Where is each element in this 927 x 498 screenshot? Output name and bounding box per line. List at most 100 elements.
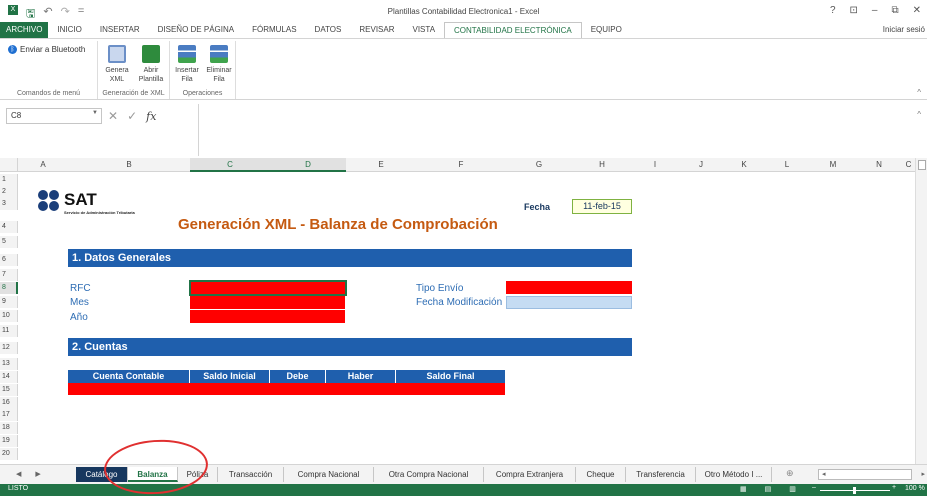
row-header[interactable]: 5 bbox=[0, 236, 18, 248]
insertar-fila-button[interactable]: Insertar Fila bbox=[174, 45, 200, 84]
anio-input-cell[interactable] bbox=[190, 310, 345, 323]
bluetooth-button[interactable]: ᛒ Enviar a Bluetooth bbox=[8, 45, 85, 54]
scroll-thumb[interactable] bbox=[918, 160, 926, 170]
row-header[interactable]: 1 bbox=[0, 174, 18, 186]
mes-input-cell[interactable] bbox=[190, 296, 345, 309]
row-header[interactable]: 15 bbox=[0, 384, 18, 396]
zoom-out-button[interactable]: – bbox=[812, 484, 816, 491]
tab-formulas[interactable]: FÓRMULAS bbox=[243, 22, 305, 38]
row-header[interactable]: 17 bbox=[0, 409, 18, 421]
sheet-tab-transferencia[interactable]: Transferencia bbox=[626, 467, 696, 482]
row-header[interactable]: 10 bbox=[0, 310, 18, 322]
tipo-envio-input-cell[interactable] bbox=[506, 281, 632, 294]
column-header[interactable]: M bbox=[810, 158, 856, 172]
tab-datos[interactable]: DATOS bbox=[306, 22, 351, 38]
column-header[interactable]: C bbox=[902, 158, 915, 172]
tab-insertar[interactable]: INSERTAR bbox=[91, 22, 149, 38]
row-header[interactable]: 4 bbox=[0, 221, 18, 233]
name-box[interactable]: C8 bbox=[6, 108, 102, 124]
tab-archivo[interactable]: ARCHIVO bbox=[0, 22, 49, 38]
name-box-dropdown-icon[interactable]: ▼ bbox=[92, 110, 98, 116]
row-header[interactable]: 18 bbox=[0, 422, 18, 434]
ribbon-display-icon[interactable]: ⊡ bbox=[850, 5, 858, 16]
minimize-button[interactable]: – bbox=[872, 5, 878, 16]
insert-function-icon[interactable]: fx bbox=[146, 110, 156, 123]
add-sheet-icon[interactable]: ⊕ bbox=[786, 468, 794, 479]
row-header[interactable]: 19 bbox=[0, 435, 18, 447]
column-header[interactable]: N bbox=[856, 158, 902, 172]
fecha-cell[interactable]: 11-feb-15 bbox=[572, 199, 632, 214]
cancel-icon[interactable]: ✕ bbox=[108, 109, 118, 123]
tab-diseno-pagina[interactable]: DISEÑO DE PÁGINA bbox=[149, 22, 243, 38]
row-header[interactable]: 7 bbox=[0, 269, 18, 281]
collapse-ribbon-icon[interactable]: ^ bbox=[917, 88, 921, 97]
column-header[interactable]: A bbox=[18, 158, 68, 172]
restore-button[interactable]: ⧉ bbox=[891, 5, 898, 16]
row-header[interactable]: 9 bbox=[0, 296, 18, 308]
close-button[interactable]: ✕ bbox=[913, 5, 921, 16]
column-header[interactable]: K bbox=[724, 158, 764, 172]
fecha-label: Fecha bbox=[524, 202, 551, 212]
scroll-left-icon[interactable]: ◂ bbox=[822, 470, 826, 478]
page-layout-view-icon[interactable]: ▤ bbox=[765, 485, 772, 493]
tab-inicio[interactable]: INICIO bbox=[48, 22, 90, 38]
column-header[interactable]: D bbox=[270, 158, 346, 172]
worksheet[interactable]: A B C D E F G H I J K L M N C 1 2 3 4 5 … bbox=[0, 158, 927, 464]
sheet-tab-otro-metodo[interactable]: Otro Método I ... bbox=[696, 467, 772, 482]
eliminar-fila-button[interactable]: Eliminar Fila bbox=[206, 45, 232, 84]
column-header[interactable]: B bbox=[68, 158, 190, 172]
column-header[interactable]: C bbox=[190, 158, 270, 172]
row-header[interactable]: 11 bbox=[0, 325, 18, 337]
open-template-icon bbox=[142, 45, 160, 63]
vertical-scrollbar[interactable] bbox=[915, 158, 927, 464]
sheet-tab-cheque[interactable]: Cheque bbox=[576, 467, 626, 482]
column-header[interactable]: I bbox=[632, 158, 678, 172]
normal-view-icon[interactable]: ▦ bbox=[740, 485, 747, 493]
zoom-slider-knob[interactable] bbox=[853, 487, 856, 494]
row-header[interactable]: 16 bbox=[0, 397, 18, 409]
zoom-in-button[interactable]: + bbox=[892, 484, 896, 491]
row-header[interactable]: 2 bbox=[0, 186, 18, 198]
column-header[interactable]: L bbox=[764, 158, 810, 172]
formula-input[interactable] bbox=[198, 104, 927, 156]
expand-formula-bar-icon[interactable]: ^ bbox=[917, 110, 921, 119]
column-header[interactable]: H bbox=[572, 158, 632, 172]
row-header[interactable]: 20 bbox=[0, 448, 18, 460]
column-header[interactable]: E bbox=[346, 158, 416, 172]
tab-revisar[interactable]: REVISAR bbox=[350, 22, 403, 38]
sheet-tab-otra-compra-nacional[interactable]: Otra Compra Nacional bbox=[374, 467, 484, 482]
tab-vista[interactable]: VISTA bbox=[404, 22, 445, 38]
help-icon[interactable]: ? bbox=[830, 5, 836, 16]
scroll-right-icon[interactable]: ▸ bbox=[921, 470, 925, 478]
column-header[interactable]: J bbox=[678, 158, 724, 172]
sheet-tab-transaccion[interactable]: Transacción bbox=[218, 467, 284, 482]
select-all-corner[interactable] bbox=[0, 158, 18, 172]
tab-contabilidad-electronica[interactable]: CONTABILIDAD ELECTRÓNICA bbox=[444, 22, 582, 38]
cuentas-table-header: Cuenta Contable Saldo Inicial Debe Haber… bbox=[68, 370, 505, 383]
sheet-tab-compra-extranjera[interactable]: Compra Extranjera bbox=[484, 467, 576, 482]
horizontal-scrollbar[interactable]: ◂ ▸ bbox=[818, 469, 925, 480]
tab-equipo[interactable]: EQUIPO bbox=[582, 22, 631, 38]
abrir-plantilla-button[interactable]: Abrir Plantilla bbox=[138, 45, 164, 84]
row-header[interactable]: 6 bbox=[0, 254, 18, 266]
row-header[interactable]: 13 bbox=[0, 358, 18, 370]
page-break-view-icon[interactable]: ▥ bbox=[789, 485, 796, 493]
sign-in-link[interactable]: Iniciar sesió bbox=[883, 25, 925, 34]
row-header[interactable]: 8 bbox=[0, 282, 18, 294]
row-header[interactable]: 12 bbox=[0, 342, 18, 354]
rfc-input-cell[interactable] bbox=[189, 280, 347, 296]
row-header[interactable]: 14 bbox=[0, 371, 18, 383]
fecha-modificacion-input-cell[interactable] bbox=[506, 296, 632, 309]
column-header[interactable]: G bbox=[506, 158, 572, 172]
cuentas-input-row[interactable] bbox=[68, 383, 505, 395]
button-label: Insertar Fila bbox=[175, 67, 199, 83]
prev-sheet-icon[interactable]: ◀ bbox=[16, 470, 21, 478]
zoom-level[interactable]: 100 % bbox=[905, 485, 925, 492]
enter-icon[interactable]: ✓ bbox=[127, 109, 137, 123]
column-header[interactable]: F bbox=[416, 158, 506, 172]
genera-xml-button[interactable]: Genera XML bbox=[104, 45, 130, 84]
row-header[interactable]: 3 bbox=[0, 198, 18, 210]
next-sheet-icon[interactable]: ▶ bbox=[35, 470, 40, 478]
sheet-tab-compra-nacional[interactable]: Compra Nacional bbox=[284, 467, 374, 482]
delete-row-icon bbox=[210, 45, 228, 63]
